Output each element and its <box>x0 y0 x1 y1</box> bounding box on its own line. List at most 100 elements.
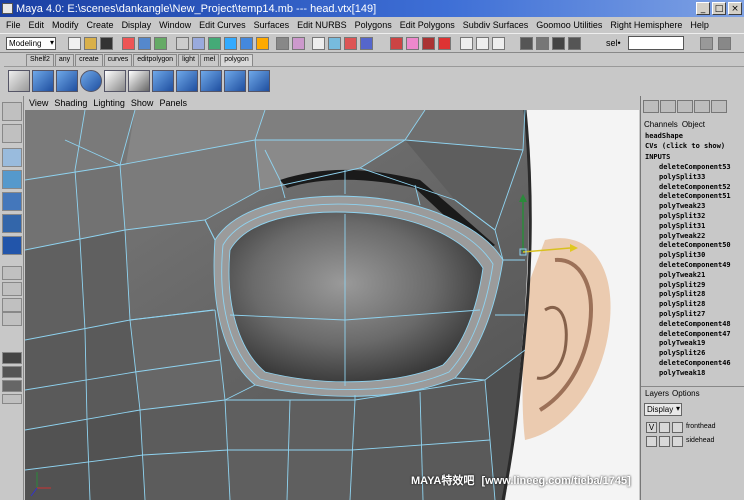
menu-edit-curves[interactable]: Edit Curves <box>195 20 250 30</box>
panel-menu-shading[interactable]: Shading <box>54 98 87 108</box>
save-scene-icon[interactable] <box>100 37 113 50</box>
more-layouts-icon[interactable] <box>2 394 22 404</box>
perspective-viewport[interactable] <box>25 110 639 500</box>
snap-curve-icon[interactable] <box>328 37 341 50</box>
four-pane-layout-icon[interactable] <box>2 282 22 296</box>
menu-set-dropdown[interactable]: Modeling <box>6 37 56 50</box>
menu-surfaces[interactable]: Surfaces <box>250 20 294 30</box>
menu-subdiv-surfaces[interactable]: Subdiv Surfaces <box>459 20 533 30</box>
history-item[interactable]: deleteComponent46 <box>659 359 731 369</box>
menu-goomoo-utilities[interactable]: Goomoo Utilities <box>532 20 606 30</box>
smooth-icon[interactable] <box>152 70 174 92</box>
history-item[interactable]: polySplit27 <box>659 310 731 320</box>
history-item[interactable]: polyTweak23 <box>659 202 731 212</box>
split-polygon-icon[interactable] <box>104 70 126 92</box>
menu-edit-nurbs[interactable]: Edit NURBS <box>293 20 351 30</box>
layer-display-type-toggle[interactable] <box>659 436 670 447</box>
history-item[interactable]: polyTweak21 <box>659 271 731 281</box>
scale-tool-icon[interactable] <box>2 192 22 211</box>
attribute-toggle-icon[interactable] <box>677 100 693 113</box>
cvs-toggle[interactable]: CVs (click to show) <box>645 142 725 150</box>
graph-editor-layout-icon[interactable] <box>2 380 22 392</box>
history-item[interactable]: polySplit30 <box>659 251 731 261</box>
layer-type-dropdown[interactable]: Display <box>644 403 682 416</box>
last-tool-icon[interactable] <box>2 236 22 255</box>
shelf-tab-any[interactable]: any <box>54 54 75 66</box>
menu-create[interactable]: Create <box>83 20 118 30</box>
shelf-tab-polygon[interactable]: polygon <box>220 54 253 66</box>
render-globals-icon[interactable] <box>492 37 505 50</box>
cut-faces-icon[interactable] <box>224 70 246 92</box>
shelf-menu-icon[interactable] <box>8 70 30 92</box>
panel-menu-view[interactable]: View <box>29 98 48 108</box>
manipulator-tool-icon[interactable] <box>2 214 22 233</box>
layers-menu[interactable]: Layers <box>645 389 669 398</box>
select-object-icon[interactable] <box>138 37 151 50</box>
snap-point-icon[interactable] <box>344 37 357 50</box>
layer-name[interactable]: fronthead <box>686 423 716 430</box>
layer-display-type-toggle[interactable] <box>659 422 670 433</box>
history-item[interactable]: polyTweak22 <box>659 232 731 242</box>
output-ops-icon[interactable] <box>422 37 435 50</box>
layer-color-swatch[interactable] <box>672 436 683 447</box>
snap-grid-icon[interactable] <box>312 37 325 50</box>
maximize-button[interactable]: □ <box>712 2 726 15</box>
hypershade-icon[interactable] <box>520 37 533 50</box>
panel-menu-lighting[interactable]: Lighting <box>93 98 125 108</box>
maya-app-icon[interactable] <box>2 3 13 14</box>
history-item[interactable]: polySplit28 <box>659 290 731 300</box>
panel-menu-show[interactable]: Show <box>131 98 154 108</box>
shape-node-name[interactable]: headShape <box>645 132 683 140</box>
history-item[interactable]: polySplit32 <box>659 212 731 222</box>
highlight-selection-icon[interactable] <box>292 37 305 50</box>
shelf-tab-light[interactable]: light <box>178 54 199 66</box>
history-item[interactable]: polyTweak19 <box>659 339 731 349</box>
channel-box-toggle-icon[interactable] <box>643 100 659 113</box>
hypergraph-icon[interactable] <box>536 37 549 50</box>
menu-window[interactable]: Window <box>155 20 195 30</box>
close-button[interactable]: × <box>728 2 742 15</box>
script-editor-icon[interactable] <box>568 37 581 50</box>
layer-name[interactable]: sidehead <box>686 437 714 444</box>
outliner-icon[interactable] <box>552 37 565 50</box>
layer-color-swatch[interactable] <box>672 422 683 433</box>
open-scene-icon[interactable] <box>84 37 97 50</box>
history-item[interactable]: deleteComponent53 <box>659 163 731 173</box>
attribute-editor-icon[interactable] <box>700 37 713 50</box>
history-item[interactable]: deleteComponent48 <box>659 320 731 330</box>
shelf-tab-editpolygon[interactable]: editpolygon <box>133 54 178 66</box>
minimize-button[interactable]: _ <box>696 2 710 15</box>
rotate-tool-icon[interactable] <box>2 170 22 189</box>
two-pane-layout-icon[interactable] <box>2 298 22 312</box>
append-polygon-icon[interactable] <box>200 70 222 92</box>
single-pane-layout-icon[interactable] <box>2 266 22 280</box>
snap-view-icon[interactable] <box>360 37 373 50</box>
new-scene-icon[interactable] <box>68 37 81 50</box>
layer-editor-toggle-icon[interactable] <box>660 100 676 113</box>
history-item[interactable]: polySplit29 <box>659 281 731 291</box>
layer-visibility-toggle[interactable] <box>646 436 657 447</box>
mirror-geometry-icon[interactable] <box>248 70 270 92</box>
history-item[interactable]: deleteComponent50 <box>659 241 731 251</box>
history-item[interactable]: polySplit26 <box>659 349 731 359</box>
poly-cube-icon[interactable] <box>56 70 78 92</box>
menu-file[interactable]: File <box>2 20 25 30</box>
menu-edit-polygons[interactable]: Edit Polygons <box>396 20 459 30</box>
channel-box-tab-object[interactable]: Object <box>682 120 705 129</box>
pick-mask-icon[interactable] <box>176 37 189 50</box>
uv-mask-icon[interactable] <box>240 37 253 50</box>
select-hierarchy-icon[interactable] <box>122 37 135 50</box>
merge-vertices-icon[interactable] <box>176 70 198 92</box>
vertex-mask-icon[interactable] <box>192 37 205 50</box>
shelf-tab-mel[interactable]: mel <box>199 54 220 66</box>
misc-mask-icon[interactable] <box>256 37 269 50</box>
menu-display[interactable]: Display <box>118 20 156 30</box>
panel-menu-panels[interactable]: Panels <box>159 98 187 108</box>
hypergraph-layout-icon[interactable] <box>2 366 22 378</box>
shelf-tab-curves[interactable]: curves <box>103 54 133 66</box>
menu-edit[interactable]: Edit <box>25 20 49 30</box>
menu-right-hemisphere[interactable]: Right Hemisphere <box>606 20 686 30</box>
edge-mask-icon[interactable] <box>208 37 221 50</box>
history-item[interactable]: deleteComponent51 <box>659 192 731 202</box>
select-component-icon[interactable] <box>154 37 167 50</box>
